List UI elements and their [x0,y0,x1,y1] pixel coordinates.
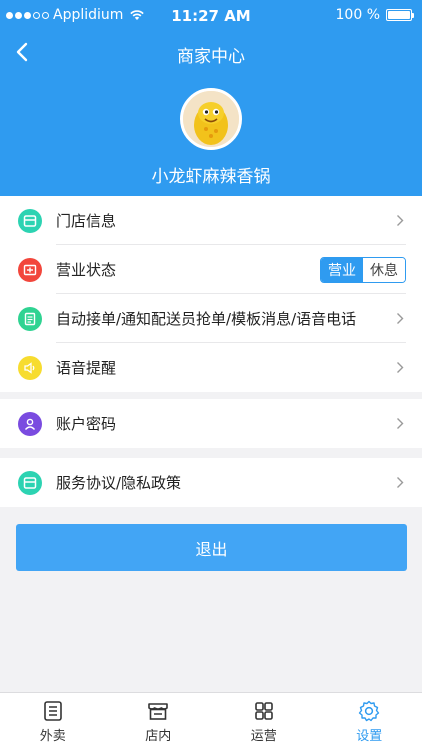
business-status-label: 营业状态 [56,261,117,279]
agreement-icon [18,470,42,495]
tab-settings[interactable]: 设置 [317,693,422,750]
chevron-right-icon [397,418,404,429]
avatar[interactable] [180,88,242,150]
auto-order-label: 自动接单/通知配送员抢单/模板消息/语音电话 [56,310,357,328]
chevron-right-icon [397,313,404,324]
user-icon [18,411,42,436]
gear-icon [359,700,380,722]
account-password-label: 账户密码 [56,415,117,433]
store-info-row[interactable]: 门店信息 [0,196,422,245]
chevron-right-icon [397,477,404,488]
mascot-image [183,91,239,147]
store-icon [18,208,42,233]
closed-option[interactable]: 休息 [363,258,405,282]
tab-in-store-label: 店内 [145,729,172,744]
agreement-row[interactable]: 服务协议/隐私政策 [0,458,422,507]
status-bar: Applidium 11:27 AM 100 % [0,0,422,30]
nav-bar: 商家中心 [0,30,422,74]
tab-operations[interactable]: 运营 [211,693,317,750]
tab-settings-label: 设置 [356,729,383,744]
store-info-label: 门店信息 [56,212,117,230]
account-password-row[interactable]: 账户密码 [0,399,422,448]
header: Applidium 11:27 AM 100 % 商家中心 小龙虾麻辣香锅 [0,0,422,196]
settings-group-account: 账户密码 [0,399,422,448]
settings-group-store: 门店信息 营业状态 营业 休息 自动接单/通知配送员抢单/模板消息/语音电话 语… [0,196,422,392]
tab-bar: 外卖 店内 运营 设置 [0,692,422,750]
chevron-right-icon [397,215,404,226]
tab-in-store[interactable]: 店内 [106,693,212,750]
voice-reminder-label: 语音提醒 [56,359,117,377]
tab-takeout-label: 外卖 [39,729,66,744]
agreement-label: 服务协议/隐私政策 [56,474,182,492]
open-option[interactable]: 营业 [321,258,363,282]
tab-takeout[interactable]: 外卖 [0,693,106,750]
page-title: 商家中心 [177,47,245,67]
battery-indicator: 100 % [336,7,414,23]
battery-icon [386,9,414,21]
grid-icon [254,702,273,720]
chevron-right-icon [397,362,404,373]
voice-reminder-row[interactable]: 语音提醒 [0,343,422,392]
business-status-toggle[interactable]: 营业 休息 [320,257,406,283]
list-icon [43,701,62,721]
store-name: 小龙虾麻辣香锅 [151,167,271,187]
tab-operations-label: 运营 [250,729,277,744]
speaker-icon [18,355,42,380]
shop-icon [148,703,169,720]
settings-group-policy: 服务协议/隐私政策 [0,458,422,507]
document-icon [18,306,42,331]
business-status-row: 营业状态 营业 休息 [0,245,422,294]
auto-order-row[interactable]: 自动接单/通知配送员抢单/模板消息/语音电话 [0,294,422,343]
battery-percent: 100 % [335,7,380,23]
logout-button[interactable]: 退出 [16,524,407,571]
status-icon [18,257,42,282]
